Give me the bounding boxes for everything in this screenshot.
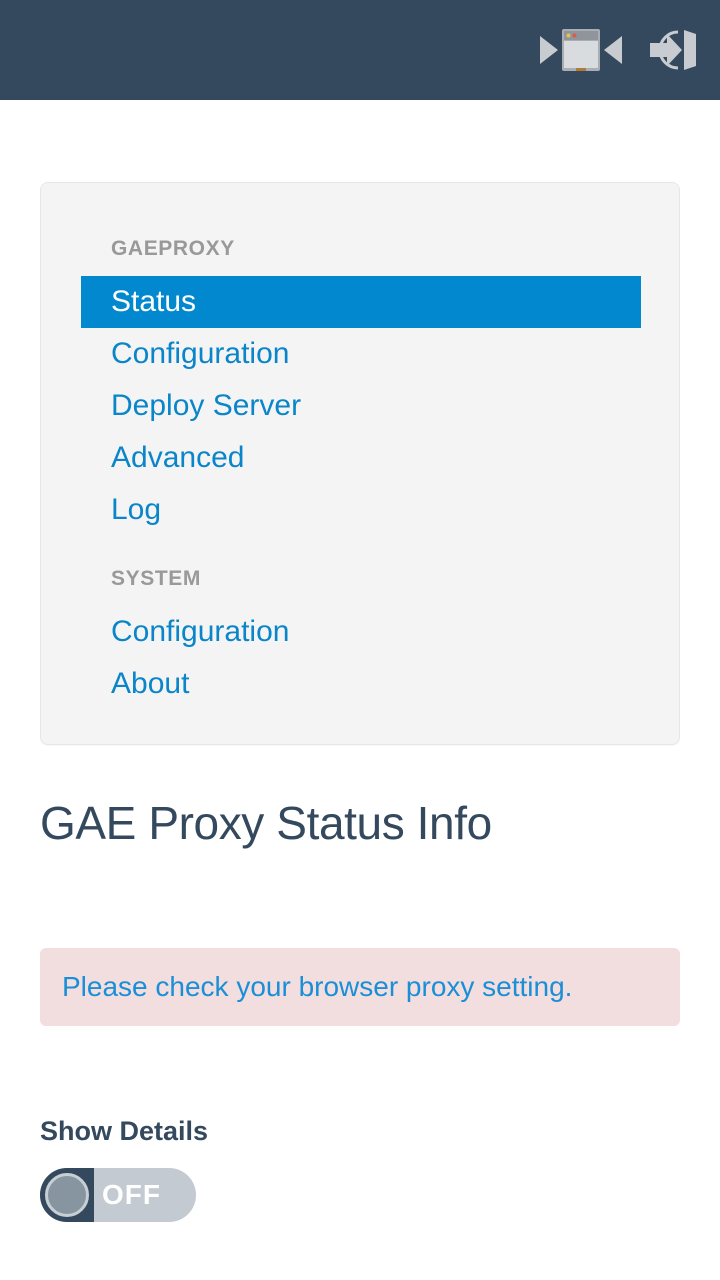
sidebar-item-label: Configuration bbox=[111, 615, 290, 648]
top-bar bbox=[0, 0, 720, 100]
sidebar-item-status[interactable]: Status bbox=[81, 276, 641, 328]
sidebar-item-configuration[interactable]: Configuration bbox=[81, 328, 641, 380]
browser-window-collapse-button[interactable] bbox=[538, 27, 624, 73]
sidebar-item-deploy-server[interactable]: Deploy Server bbox=[81, 380, 641, 432]
exit-icon bbox=[650, 30, 696, 70]
sidebar-item-label: Deploy Server bbox=[111, 389, 302, 422]
sidebar-item-label: Log bbox=[111, 493, 162, 526]
navigation-card: GAEPROXY Status Configuration Deploy Ser… bbox=[40, 182, 680, 745]
sidebar-item-log[interactable]: Log bbox=[81, 484, 641, 536]
sidebar-item-label: About bbox=[111, 667, 190, 700]
sidebar-item-label: Advanced bbox=[111, 441, 245, 474]
proxy-warning-alert: Please check your browser proxy setting. bbox=[40, 948, 680, 1026]
toggle-state-label: OFF bbox=[102, 1179, 161, 1210]
sidebar-item-system-configuration[interactable]: Configuration bbox=[81, 606, 641, 658]
sidebar-item-advanced[interactable]: Advanced bbox=[81, 432, 641, 484]
browser-window-collapse-icon bbox=[540, 29, 622, 71]
nav-section-label-gaeproxy: GAEPROXY bbox=[111, 237, 235, 260]
show-details-toggle[interactable]: OFF bbox=[40, 1168, 196, 1222]
alert-message: Please check your browser proxy setting. bbox=[62, 971, 573, 1002]
sidebar-item-label: Status bbox=[111, 285, 197, 318]
sidebar-item-about[interactable]: About bbox=[81, 658, 641, 710]
exit-button[interactable] bbox=[648, 26, 698, 74]
page-title: GAE Proxy Status Info bbox=[40, 797, 492, 849]
nav-section-label-system: SYSTEM bbox=[111, 567, 201, 590]
sidebar-item-label: Configuration bbox=[111, 337, 290, 370]
show-details-label: Show Details bbox=[40, 1116, 209, 1146]
toggle-knob[interactable] bbox=[45, 1173, 89, 1217]
top-bar-actions bbox=[538, 26, 698, 74]
